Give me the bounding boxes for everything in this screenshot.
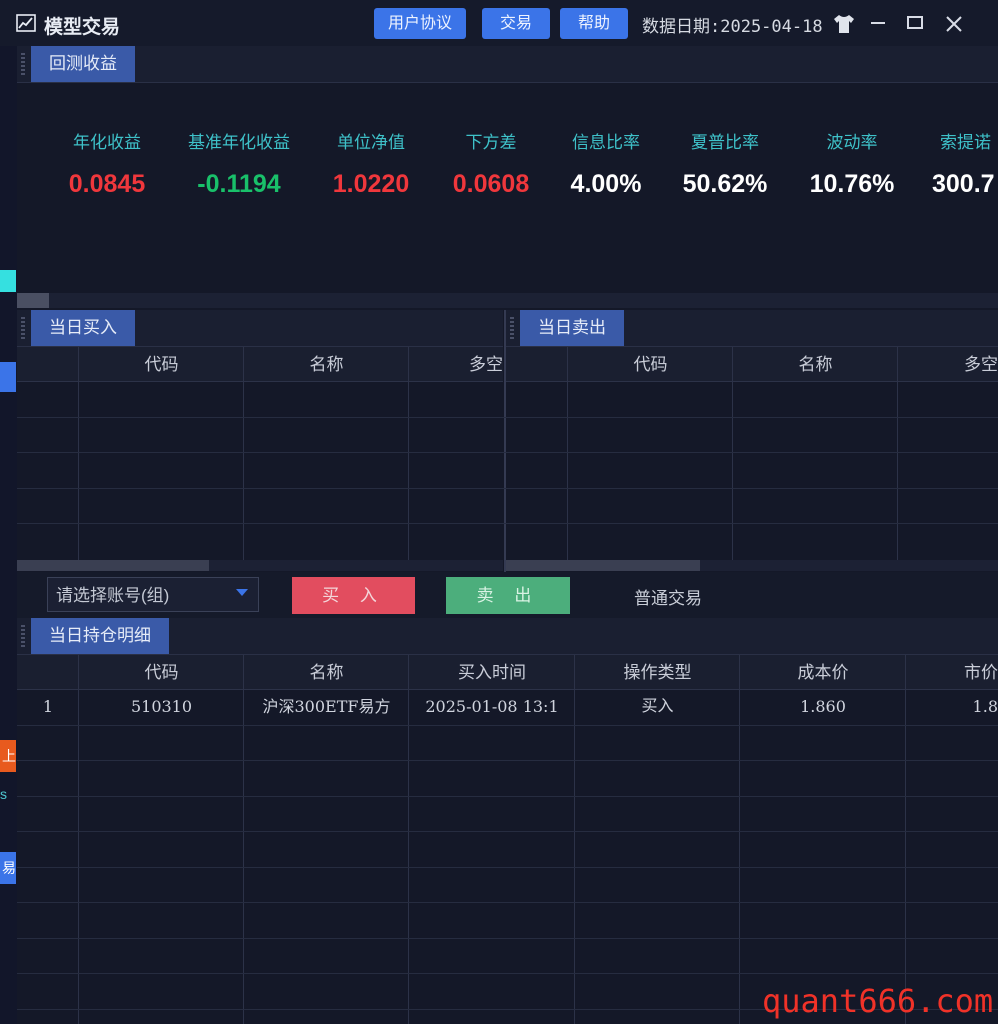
grid-line xyxy=(17,938,998,939)
drag-grip-icon[interactable] xyxy=(21,317,25,339)
grid-line xyxy=(78,347,79,560)
buy-col-long-short[interactable]: 多空 xyxy=(409,348,503,382)
panel-divider xyxy=(504,310,506,572)
row-cost: 1.860 xyxy=(800,697,846,716)
metric-value-unit-nav: 1.0220 xyxy=(332,170,410,198)
row-name: 沪深300ETF易方 xyxy=(262,697,391,716)
grid-line xyxy=(17,831,998,832)
data-date: 数据日期:2025-04-18 xyxy=(642,17,823,37)
account-select[interactable]: 请选择账号(组) xyxy=(47,577,259,612)
sidebar-tab-blue[interactable] xyxy=(0,362,16,392)
pos-col-buy-time[interactable]: 买入时间 xyxy=(409,656,575,690)
row-index: 1 xyxy=(42,697,54,716)
metric-label-sortino: 索提诺 xyxy=(940,133,991,152)
metric-value-sortino: 300.7 xyxy=(932,170,995,198)
grid-line xyxy=(897,347,898,560)
metric-value-annual-return: 0.0845 xyxy=(68,170,146,198)
grid-line xyxy=(739,655,740,1024)
buy-col-code[interactable]: 代码 xyxy=(79,348,244,382)
tab-backtest[interactable]: 回测收益 xyxy=(31,46,135,82)
buy-hscroll-thumb[interactable] xyxy=(17,560,209,571)
sell-button[interactable]: 卖 出 xyxy=(446,577,570,614)
buy-button[interactable]: 买 入 xyxy=(292,577,415,614)
metric-value-sharpe-ratio: 50.62% xyxy=(682,170,768,198)
grid-line xyxy=(408,347,409,560)
grid-line xyxy=(243,347,244,560)
grid-line xyxy=(78,655,79,1024)
trade-mode-label: 普通交易 xyxy=(634,589,702,608)
metric-label-info-ratio: 信息比率 xyxy=(572,133,640,152)
metric-label-unit-nav: 单位净值 xyxy=(337,133,405,152)
user-agreement-button[interactable]: 用户协议 xyxy=(374,8,466,39)
tab-positions[interactable]: 当日持仓明细 xyxy=(31,618,169,654)
app-title: 模型交易 xyxy=(44,17,121,38)
sell-col-name[interactable]: 名称 xyxy=(733,348,898,382)
metric-label-volatility: 波动率 xyxy=(826,133,878,152)
metric-value-volatility: 10.76% xyxy=(809,170,895,198)
backtest-panel-header xyxy=(17,46,998,83)
row-code: 510310 xyxy=(130,697,193,716)
minimize-icon[interactable] xyxy=(866,10,890,36)
pos-col-op-type[interactable]: 操作类型 xyxy=(575,656,740,690)
tab-today-sell[interactable]: 当日卖出 xyxy=(520,310,624,346)
tab-today-buy[interactable]: 当日买入 xyxy=(31,310,135,346)
pos-col-cost[interactable]: 成本价 xyxy=(740,656,906,690)
drag-grip-icon[interactable] xyxy=(21,53,25,75)
grid-line xyxy=(17,902,998,903)
sell-hscroll-thumb[interactable] xyxy=(506,560,700,571)
grid-line xyxy=(17,867,998,868)
sidebar-tab-trade[interactable]: 易 xyxy=(0,852,16,884)
skin-shirt-icon[interactable] xyxy=(832,14,856,34)
metric-value-info-ratio: 4.00% xyxy=(570,170,642,198)
close-icon[interactable] xyxy=(945,15,963,33)
sell-col-code[interactable]: 代码 xyxy=(568,348,733,382)
grid-line xyxy=(17,417,998,418)
pos-col-name[interactable]: 名称 xyxy=(244,656,409,690)
grid-line xyxy=(17,796,998,797)
drag-grip-icon[interactable] xyxy=(510,317,514,339)
chart-icon xyxy=(16,14,36,32)
metric-label-sharpe-ratio: 夏普比率 xyxy=(691,133,759,152)
sidebar-s-label: s xyxy=(0,786,7,802)
chevron-down-icon[interactable] xyxy=(236,589,248,597)
grid-line xyxy=(905,655,906,1024)
help-button[interactable]: 帮助 xyxy=(560,8,628,39)
trade-button[interactable]: 交易 xyxy=(482,8,550,39)
metric-label-annual-return: 年化收益 xyxy=(73,133,141,152)
sell-col-long-short[interactable]: 多空 xyxy=(898,348,998,382)
grid-line xyxy=(17,725,998,726)
grid-line xyxy=(408,655,409,1024)
pos-col-market[interactable]: 市价 xyxy=(906,656,998,690)
buy-col-name[interactable]: 名称 xyxy=(244,348,409,382)
watermark: quant666.com xyxy=(762,982,994,1020)
metrics-hscrollbar[interactable] xyxy=(17,293,998,308)
grid-line xyxy=(243,655,244,1024)
metrics-hscroll-thumb[interactable] xyxy=(17,293,49,308)
pos-col-code[interactable]: 代码 xyxy=(79,656,244,690)
metric-value-downside-variance: 0.0608 xyxy=(452,170,530,198)
account-select-label: 请选择账号(组) xyxy=(56,586,170,605)
grid-line xyxy=(17,973,998,974)
grid-line xyxy=(17,760,998,761)
row-market: 1.8 xyxy=(972,697,998,716)
row-buy-time: 2025-01-08 13:1 xyxy=(425,697,559,716)
grid-line xyxy=(574,655,575,1024)
table-row[interactable]: 1 510310 沪深300ETF易方 2025-01-08 13:1 买入 1… xyxy=(17,690,998,725)
metric-value-benchmark-return: -0.1194 xyxy=(197,170,281,198)
grid-line xyxy=(17,452,998,453)
drag-grip-icon[interactable] xyxy=(21,625,25,647)
metric-label-downside-variance: 下方差 xyxy=(465,133,517,152)
metric-label-benchmark-return: 基准年化收益 xyxy=(188,133,290,152)
grid-line xyxy=(732,347,733,560)
grid-line xyxy=(17,488,998,489)
sidebar-tab-orange[interactable]: 上 xyxy=(0,740,16,772)
row-op-type: 买入 xyxy=(641,698,674,715)
sidebar-tab-cyan[interactable] xyxy=(0,270,16,292)
grid-line xyxy=(17,523,998,524)
grid-line xyxy=(567,347,568,560)
maximize-icon[interactable] xyxy=(904,10,928,36)
